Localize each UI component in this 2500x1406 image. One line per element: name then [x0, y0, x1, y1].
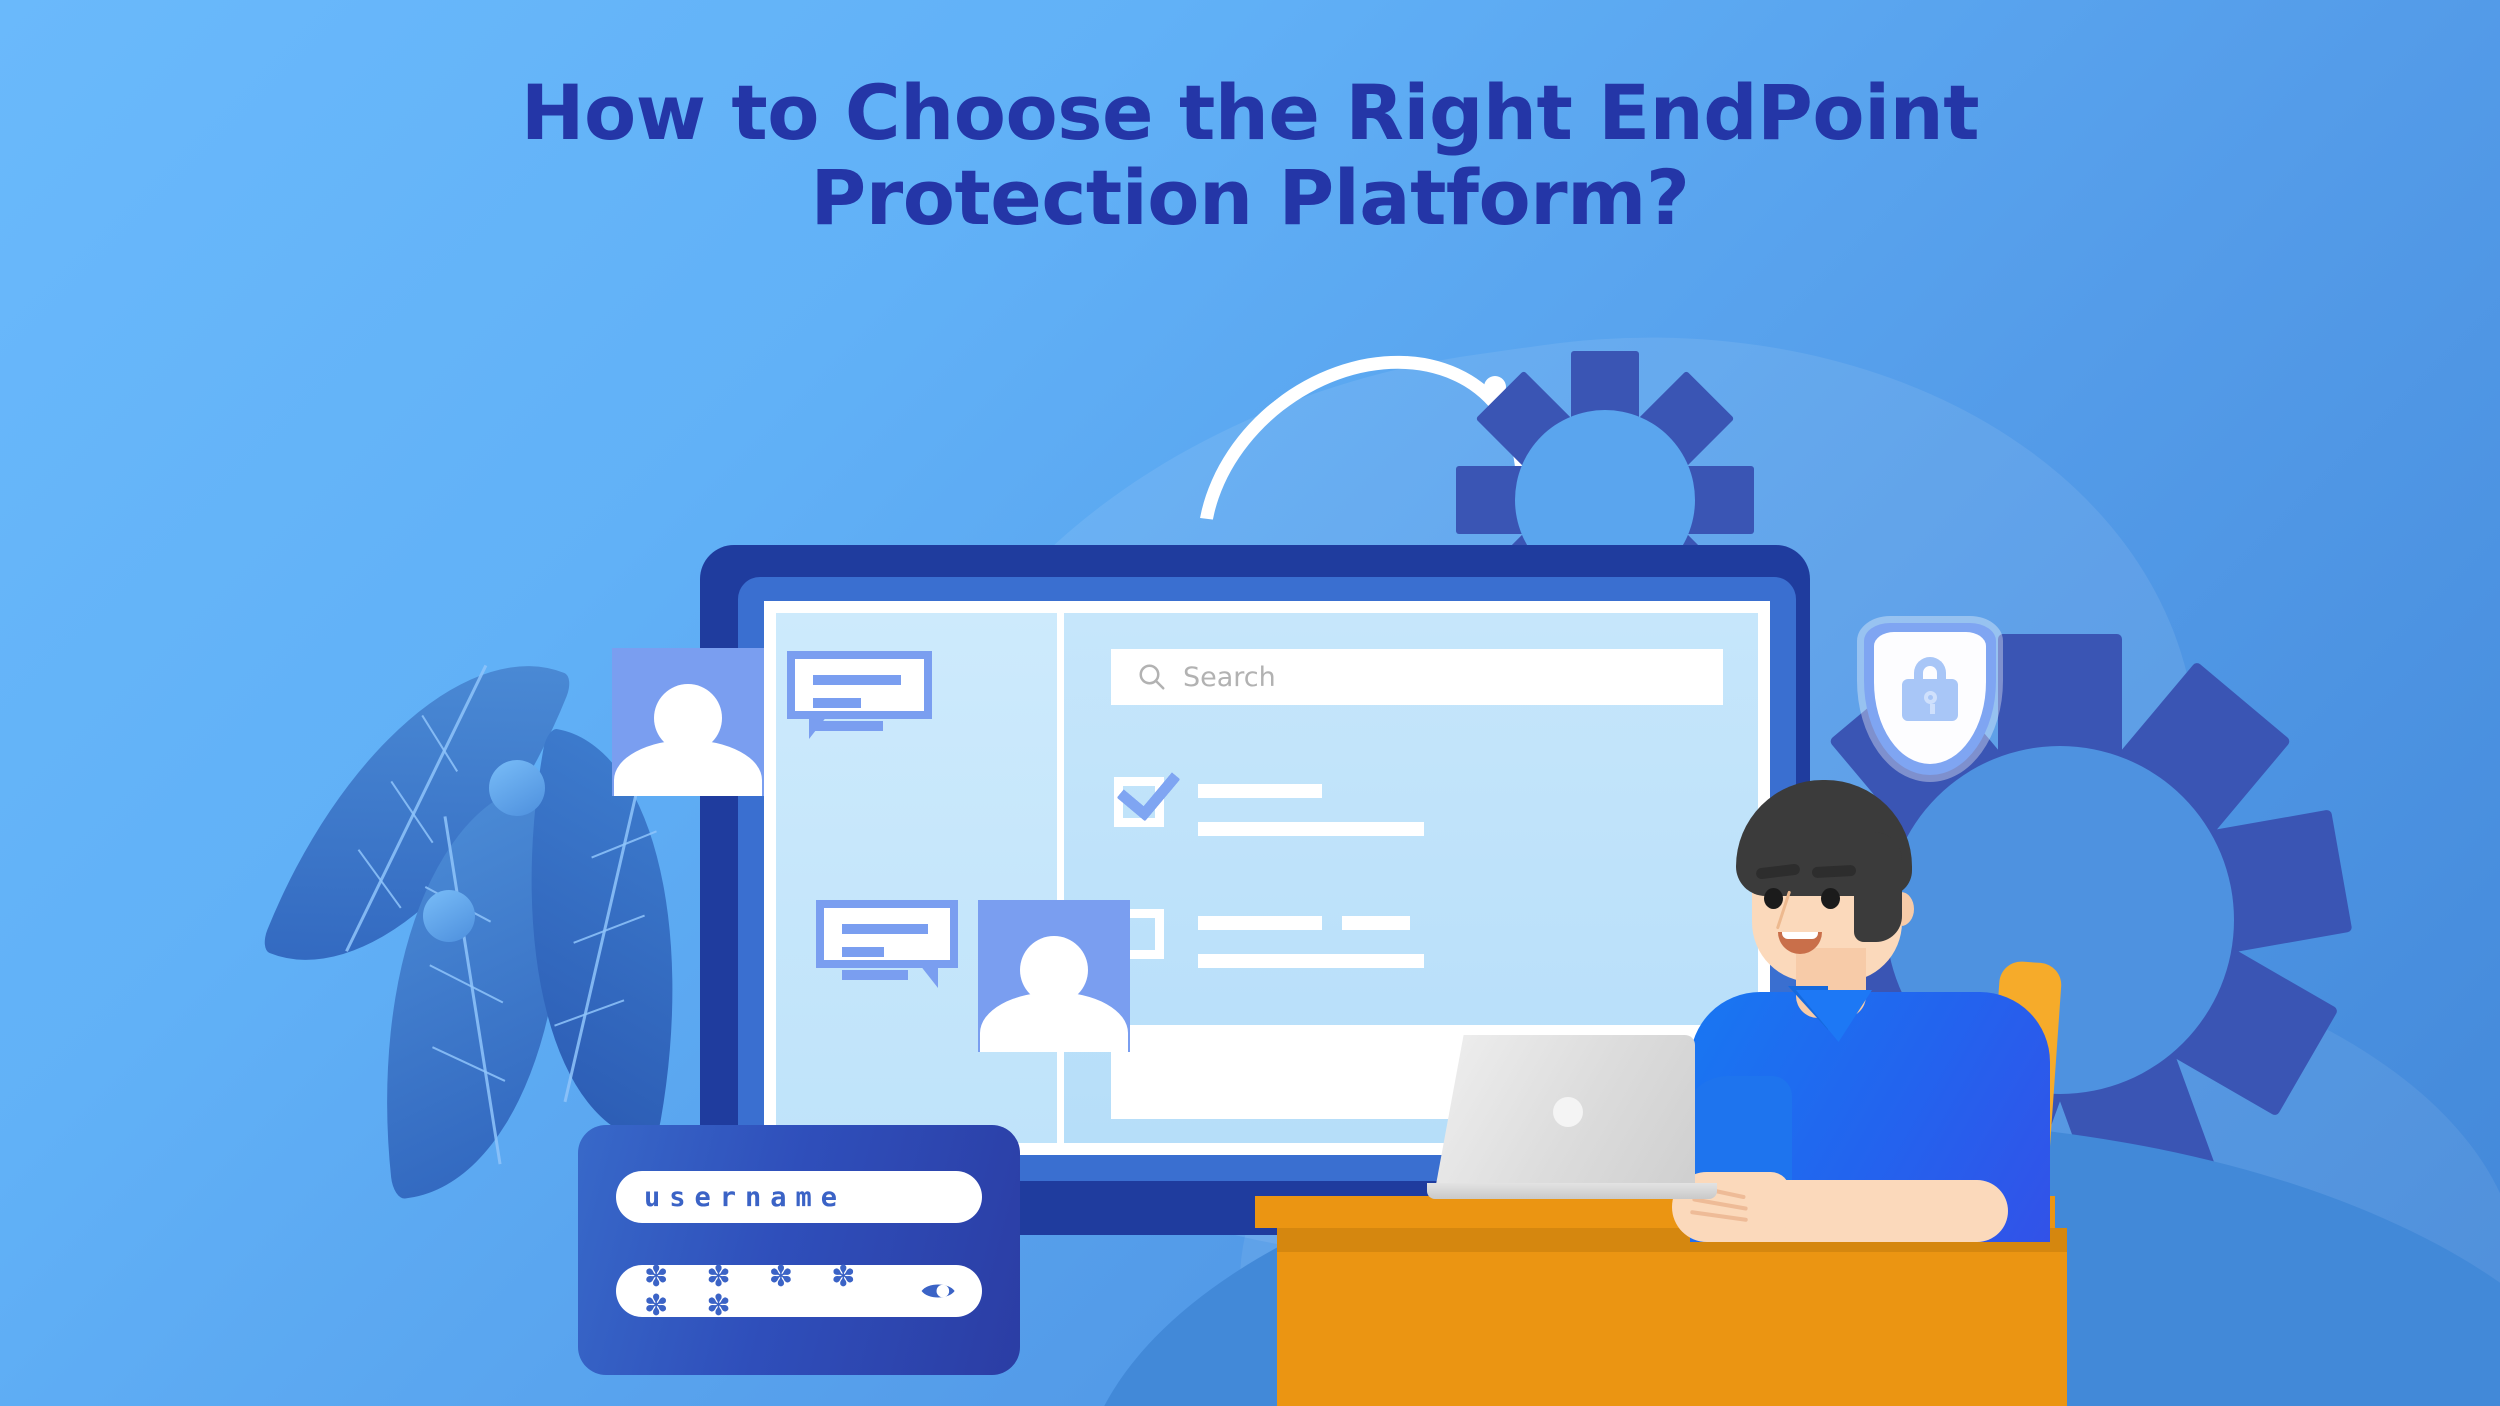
pane-divider	[1057, 613, 1064, 1143]
search-placeholder: Search	[1183, 661, 1276, 693]
person-illustration	[1672, 780, 2120, 1242]
username-value: username	[644, 1181, 847, 1213]
checkbox-checked[interactable]	[1114, 755, 1181, 827]
laptop-icon	[1427, 1035, 1717, 1205]
laptop-logo	[1553, 1097, 1583, 1127]
search-input[interactable]: Search	[1111, 649, 1723, 705]
checklist-item-lines	[1198, 909, 1424, 968]
illustration-canvas: How to Choose the Right EndPoint Protect…	[0, 0, 2500, 1406]
eyebrow	[1811, 864, 1857, 879]
checklist-item[interactable]	[1114, 909, 1424, 968]
page-title-line-1: How to Choose the Right EndPoint	[520, 68, 1980, 157]
chat-bubble-icon	[787, 651, 932, 739]
circle-dot-icon	[423, 890, 475, 942]
eye	[1821, 888, 1840, 909]
search-icon	[1139, 664, 1165, 690]
check-icon	[1116, 755, 1181, 822]
hair-side	[1854, 832, 1902, 942]
shield-lock-icon	[1864, 623, 1996, 775]
avatar	[612, 648, 764, 796]
eye	[1764, 888, 1783, 909]
login-card: username ✽ ✽ ✽ ✽ ✽ ✽	[578, 1125, 1020, 1375]
eye-icon[interactable]	[920, 1278, 956, 1304]
checklist-item[interactable]	[1114, 755, 1424, 836]
checklist-item-lines	[1198, 777, 1424, 836]
username-field[interactable]: username	[616, 1171, 982, 1223]
password-masked-value: ✽ ✽ ✽ ✽ ✽ ✽	[644, 1259, 870, 1322]
circle-dot-icon	[489, 760, 545, 816]
desk-body	[1277, 1252, 2067, 1406]
avatar	[978, 900, 1130, 1052]
laptop-base	[1427, 1183, 1717, 1199]
password-field[interactable]: ✽ ✽ ✽ ✽ ✽ ✽	[616, 1259, 982, 1322]
chat-bubble-icon	[816, 900, 958, 988]
page-title-line-2: Protection Platform?	[810, 153, 1690, 243]
page-title: How to Choose the Right EndPoint Protect…	[0, 70, 2500, 240]
